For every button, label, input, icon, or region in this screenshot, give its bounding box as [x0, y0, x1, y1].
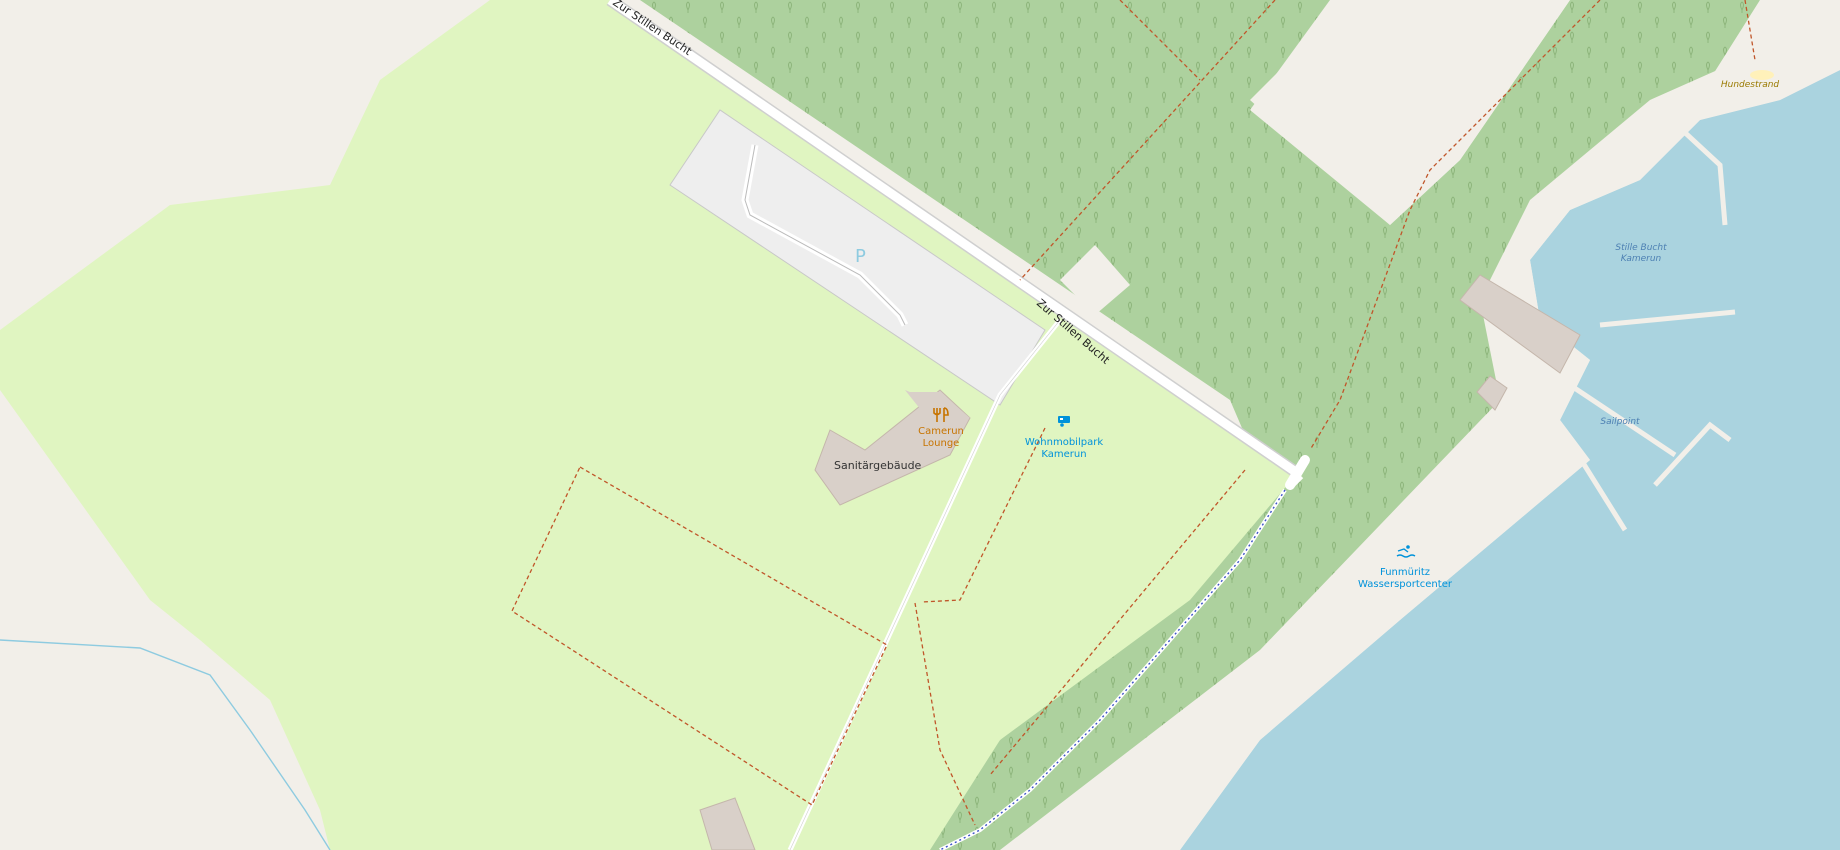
restaurant-name-line1: Camerun: [918, 426, 964, 437]
map-canvas[interactable]: P Zur Stillen Bucht Zur Stillen Bucht Sa…: [0, 0, 1840, 850]
sanitary-label: Sanitärgebäude: [834, 459, 922, 472]
parking-symbol: P: [855, 246, 866, 267]
watersport-name-line2: Wassersportcenter: [1358, 579, 1453, 590]
bay-label-line2: Kamerun: [1621, 254, 1662, 264]
watersport-name-line1: Funmüritz: [1380, 567, 1430, 578]
dog-beach-label: Hundestrand: [1721, 80, 1780, 90]
caravan-name-line1: Wohnmobilpark: [1025, 437, 1103, 448]
sailpoint-label: Sailpoint: [1600, 417, 1640, 427]
bay-label-line1: Stille Bucht: [1615, 243, 1667, 253]
restaurant-name-line2: Lounge: [923, 438, 960, 449]
caravan-name-line2: Kamerun: [1041, 449, 1086, 460]
dog-beach-marker: [1750, 70, 1774, 80]
